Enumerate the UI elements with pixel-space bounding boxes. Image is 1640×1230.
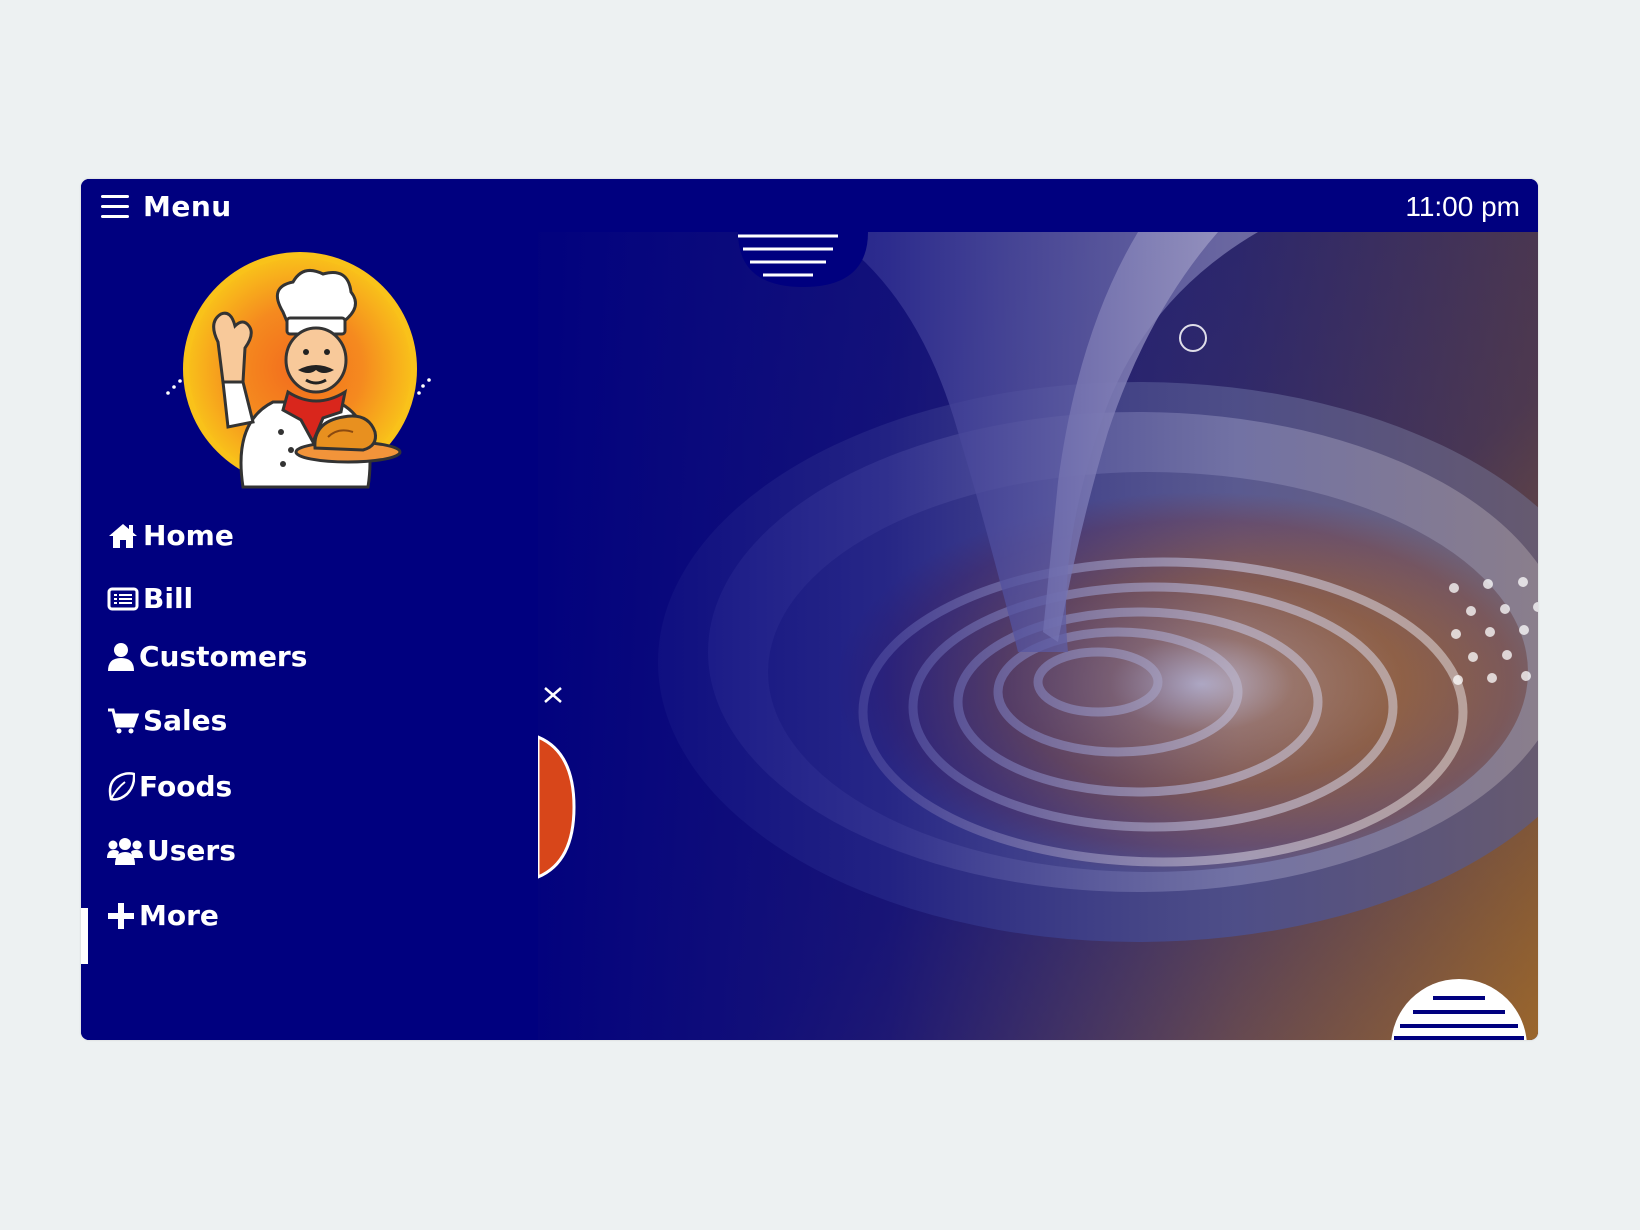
sidebar-item-label: Users xyxy=(147,834,236,867)
menu-title: Menu xyxy=(143,190,232,223)
sidebar-item-label: Home xyxy=(143,519,234,552)
bill-icon xyxy=(107,587,139,610)
sidebar-item-users[interactable]: Users xyxy=(107,834,236,867)
sidebar-item-label: Bill xyxy=(143,582,194,615)
sidebar-item-label: More xyxy=(139,899,219,932)
sidebar: Home Bill Customers Sales Foods Users Mo… xyxy=(81,232,538,1040)
top-bar: Menu 11:00 pm xyxy=(81,179,1538,232)
sidebar-item-customers[interactable]: Customers xyxy=(107,640,307,673)
sidebar-item-label: Customers xyxy=(139,640,308,673)
hero-image xyxy=(538,232,1538,1040)
cart-icon xyxy=(108,708,139,733)
chef-logo xyxy=(166,252,431,489)
leaf-icon xyxy=(108,771,135,801)
app-window: Menu 11:00 pm Home Bill Customers Sales … xyxy=(81,179,1538,1040)
sidebar-item-foods[interactable]: Foods xyxy=(107,770,232,803)
clock-time: 11:00 pm xyxy=(1405,191,1520,222)
sidebar-item-home[interactable]: Home xyxy=(107,519,234,552)
sidebar-item-label: Sales xyxy=(143,704,228,737)
sidebar-item-label: Foods xyxy=(139,770,233,803)
home-icon xyxy=(109,523,137,548)
user-icon xyxy=(108,642,134,671)
hamburger-menu-icon[interactable] xyxy=(101,195,131,219)
coffee-latte-image xyxy=(538,232,1538,1040)
close-icon[interactable] xyxy=(538,680,568,710)
plus-icon xyxy=(108,902,134,929)
active-indicator xyxy=(81,908,88,964)
users-icon xyxy=(107,837,143,865)
sidebar-item-bill[interactable]: Bill xyxy=(107,582,193,615)
sidebar-item-sales[interactable]: Sales xyxy=(107,704,227,737)
sidebar-item-more[interactable]: More xyxy=(107,899,219,932)
